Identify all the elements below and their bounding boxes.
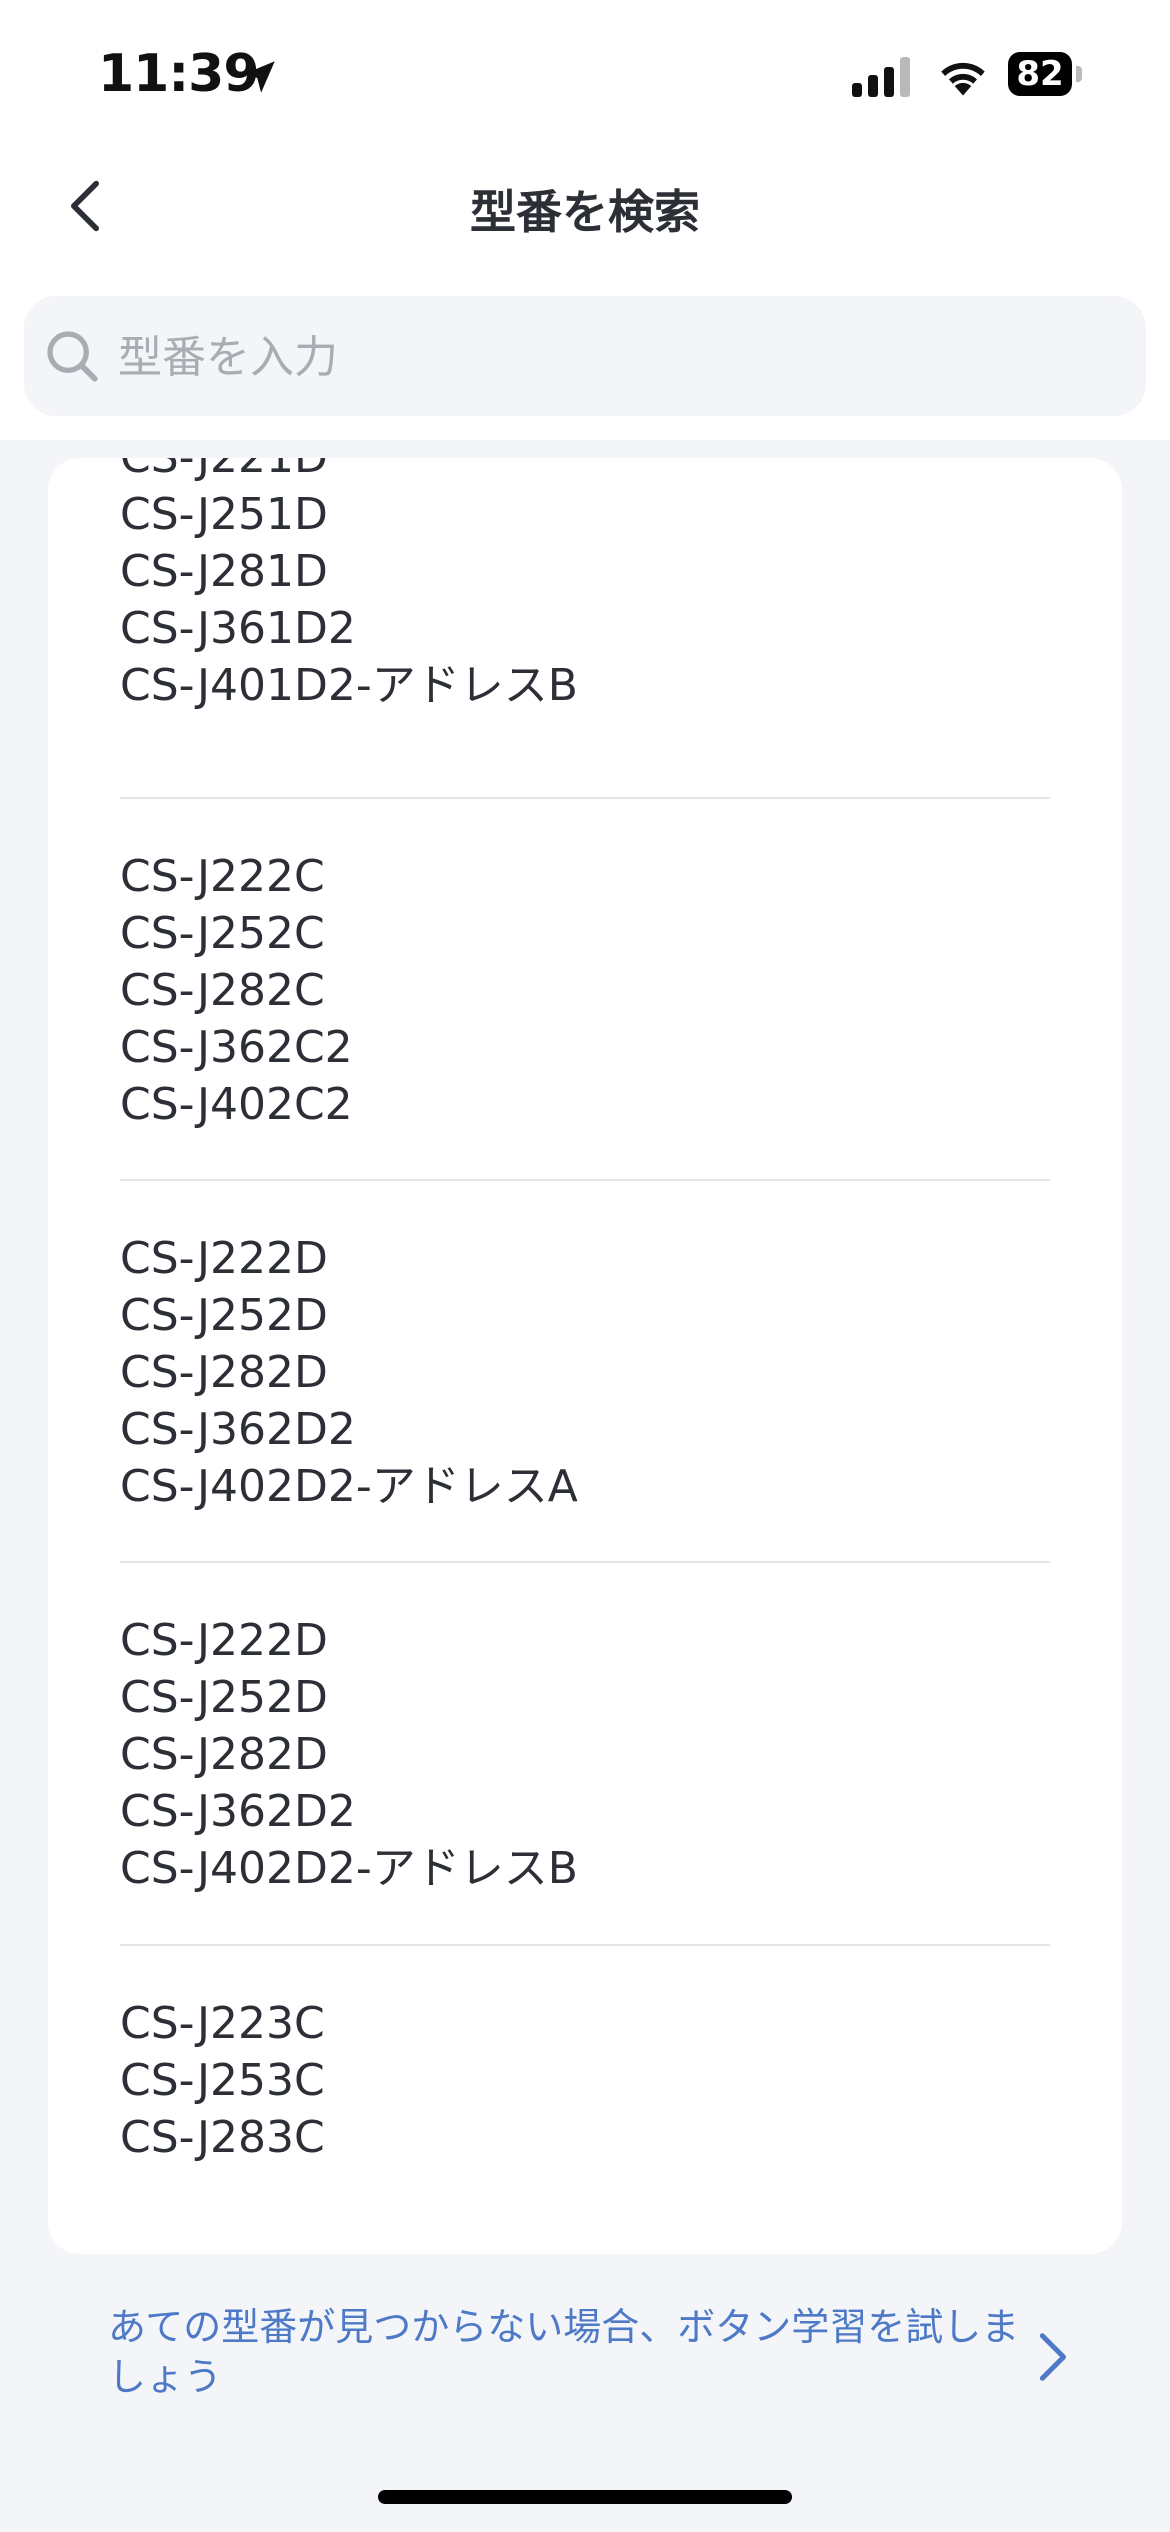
page-title: 型番を検索 xyxy=(470,185,700,239)
battery-tip xyxy=(1076,66,1082,82)
signal-icon xyxy=(852,57,910,97)
divider xyxy=(120,797,1050,799)
home-indicator[interactable] xyxy=(378,2490,792,2504)
list-item: CS-J222D xyxy=(120,1615,328,1666)
list-item: CS-J362D2 xyxy=(120,1786,356,1837)
button-learning-link[interactable]: あての型番が見つからない場合、ボタン学習を試しましょう xyxy=(108,2302,1048,2402)
model-group[interactable]: CS-J222C CS-J252C CS-J282C CS-J362C2 CS-… xyxy=(120,848,1050,1133)
list-item: CS-J402D2-アドレスB xyxy=(120,1843,578,1894)
divider xyxy=(120,1944,1050,1946)
model-group[interactable]: CS-J221D CS-J251D CS-J281D CS-J361D2 CS-… xyxy=(120,458,1050,714)
list-item: CS-J253C xyxy=(120,2055,325,2106)
list-item: CS-J252D xyxy=(120,1290,328,1341)
status-time: 11:39 xyxy=(98,44,260,104)
list-item: CS-J401D2-アドレスB xyxy=(120,660,578,711)
chevron-right-icon[interactable] xyxy=(1032,2330,1072,2384)
list-item: CS-J222D xyxy=(120,1233,328,1284)
wifi-icon xyxy=(941,62,985,96)
list-item: CS-J221D xyxy=(120,458,1050,486)
search-input[interactable] xyxy=(116,296,1100,418)
divider xyxy=(120,1561,1050,1563)
list-item: CS-J223C xyxy=(120,1998,325,2049)
divider xyxy=(120,1179,1050,1181)
list-item: CS-J362C2 xyxy=(120,1022,353,1073)
list-item: CS-J362D2 xyxy=(120,1404,356,1455)
list-item: CS-J282D xyxy=(120,1729,328,1780)
list-item: CS-J252C xyxy=(120,908,325,959)
list-item: CS-J283C xyxy=(120,2112,325,2163)
list-item: CS-J281D xyxy=(120,546,328,597)
model-group[interactable]: CS-J222D CS-J252D CS-J282D CS-J362D2 CS-… xyxy=(120,1230,1050,1515)
model-group[interactable]: CS-J222D CS-J252D CS-J282D CS-J362D2 CS-… xyxy=(120,1612,1050,1897)
battery-level: 82 xyxy=(1008,52,1072,96)
list-item: CS-J361D2 xyxy=(120,603,356,654)
list-item: CS-J402C2 xyxy=(120,1079,353,1130)
header-area: 11:39 82 型番を検索 xyxy=(0,0,1170,440)
list-item: CS-J282D xyxy=(120,1347,328,1398)
model-list-card: CS-J221D CS-J251D CS-J281D CS-J361D2 CS-… xyxy=(48,458,1122,2254)
list-item: CS-J252D xyxy=(120,1672,328,1723)
search-bar[interactable] xyxy=(24,296,1146,418)
location-arrow-icon xyxy=(243,61,275,93)
battery-icon: 82 xyxy=(1008,52,1084,98)
search-icon xyxy=(47,331,98,382)
list-item: CS-J251D xyxy=(120,489,328,540)
list-item: CS-J282C xyxy=(120,965,325,1016)
list-item: CS-J402D2-アドレスA xyxy=(120,1461,578,1512)
model-group[interactable]: CS-J223C CS-J253C CS-J283C xyxy=(120,1995,1050,2166)
list-item: CS-J222C xyxy=(120,851,325,902)
